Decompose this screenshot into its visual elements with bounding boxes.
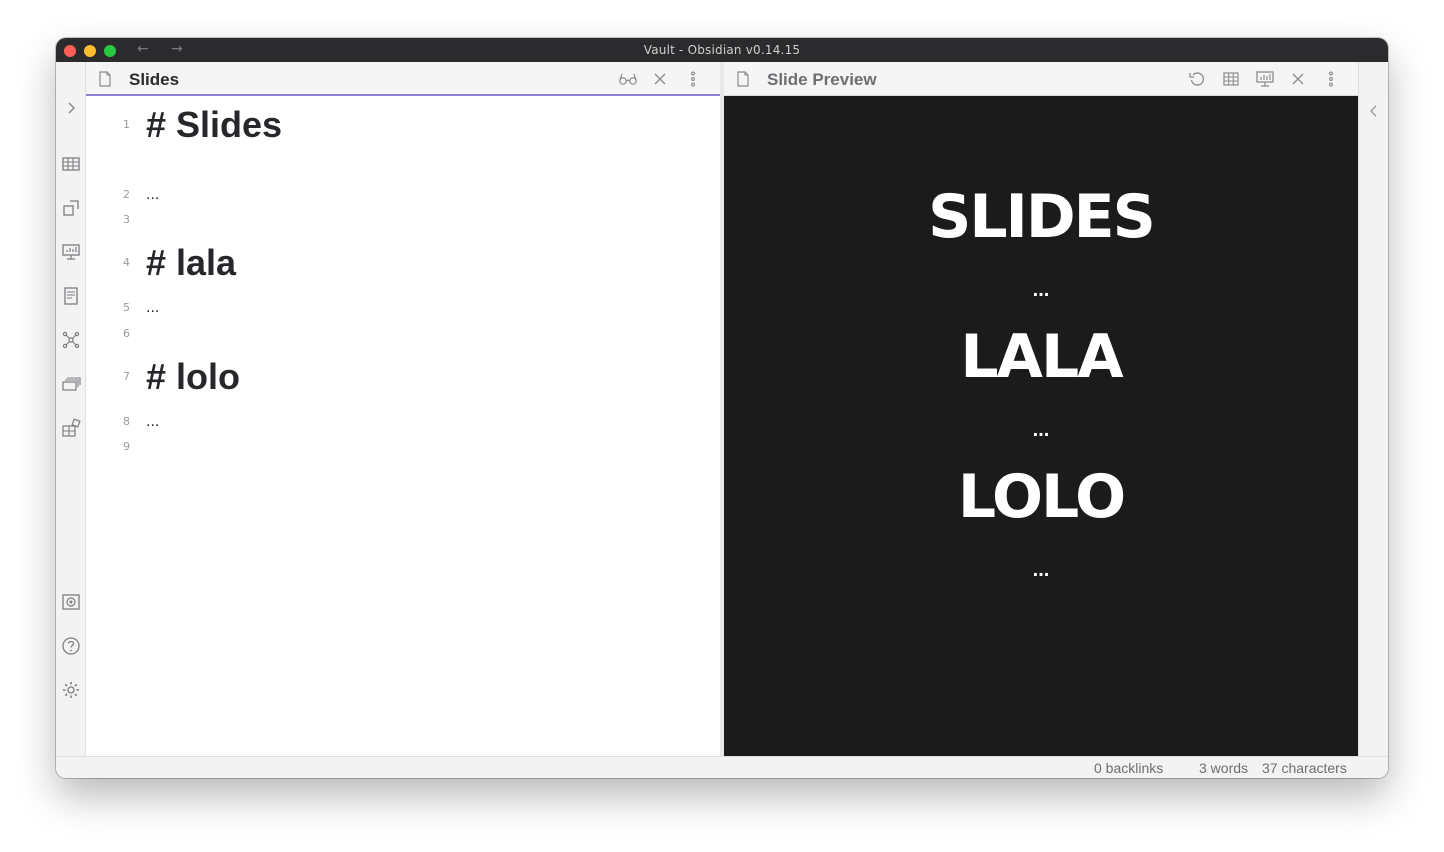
close-icon[interactable] xyxy=(1289,70,1307,88)
slide-paragraph: ... xyxy=(1032,559,1050,581)
editor-line[interactable]: 2 ... xyxy=(86,184,716,206)
help-icon[interactable] xyxy=(61,636,81,656)
title-bar: ← → Vault - Obsidian v0.14.15 xyxy=(56,38,1388,62)
presentation-icon[interactable] xyxy=(1255,70,1275,88)
left-ribbon xyxy=(56,62,86,756)
character-count: 37 characters xyxy=(1262,760,1347,776)
chevron-right-icon[interactable] xyxy=(63,100,79,116)
file-icon xyxy=(96,70,114,88)
cards-icon[interactable] xyxy=(61,374,81,394)
settings-icon[interactable] xyxy=(61,680,81,700)
file-icon xyxy=(734,70,752,88)
line-number: 9 xyxy=(123,440,130,453)
window-title: Vault - Obsidian v0.14.15 xyxy=(643,43,801,57)
editor-line[interactable]: 8 ... xyxy=(86,411,716,433)
word-count: 3 words xyxy=(1199,760,1249,776)
blocks-icon[interactable] xyxy=(61,418,81,438)
slide-heading: SLIDES xyxy=(928,182,1156,252)
line-text[interactable]: ... xyxy=(146,299,159,317)
more-options-icon[interactable] xyxy=(1322,70,1340,88)
reading-view-icon[interactable] xyxy=(618,70,638,88)
vault-icon[interactable] xyxy=(61,592,81,612)
slide-paragraph: ... xyxy=(1032,279,1050,301)
grid-icon[interactable] xyxy=(1222,70,1240,88)
right-sidebar-strip xyxy=(1358,62,1388,756)
editor-line[interactable]: 6 xyxy=(86,323,716,345)
line-number: 7 xyxy=(123,370,130,383)
chevron-left-icon[interactable] xyxy=(1367,104,1381,118)
backlinks-count[interactable]: 0 backlinks xyxy=(1094,760,1163,776)
editor-line[interactable]: 9 xyxy=(86,436,716,458)
markdown-editor[interactable]: 1 # Slides 2 ... 3 4 # lala 5 ... 6 7 # … xyxy=(86,98,736,754)
line-number: 4 xyxy=(123,256,130,269)
preview-pane: Slide Preview SLIDES ... LALA ... LOLO .… xyxy=(724,62,1358,756)
line-text[interactable]: # lala xyxy=(146,242,236,284)
app-window: ← → Vault - Obsidian v0.14.15 Slides 1 #… xyxy=(56,38,1388,778)
line-number: 8 xyxy=(123,415,130,428)
editor-tab-title[interactable]: Slides xyxy=(129,70,179,90)
line-number: 5 xyxy=(123,301,130,314)
slide-heading: LALA xyxy=(960,322,1123,392)
reload-icon[interactable] xyxy=(1188,70,1206,88)
slide-canvas[interactable]: SLIDES ... LALA ... LOLO ... xyxy=(724,98,1358,754)
document-icon[interactable] xyxy=(61,286,81,306)
table-icon[interactable] xyxy=(61,154,81,174)
graph-icon[interactable] xyxy=(61,330,81,350)
editor-line[interactable]: 1 # Slides xyxy=(86,98,716,152)
close-icon[interactable] xyxy=(651,70,669,88)
shapes-icon[interactable] xyxy=(61,198,81,218)
slide-heading: LOLO xyxy=(957,462,1126,532)
line-number: 3 xyxy=(123,213,130,226)
line-text[interactable]: # lolo xyxy=(146,356,240,398)
preview-pane-header: Slide Preview xyxy=(724,62,1358,96)
editor-pane: Slides 1 # Slides 2 ... 3 4 # lala 5 ...… xyxy=(86,62,748,756)
line-number: 2 xyxy=(123,188,130,201)
more-options-icon[interactable] xyxy=(684,70,702,88)
line-number: 1 xyxy=(123,118,130,131)
line-number: 6 xyxy=(123,327,130,340)
editor-line[interactable]: 5 ... xyxy=(86,297,716,319)
editor-line[interactable]: 3 xyxy=(86,209,716,231)
line-text[interactable]: ... xyxy=(146,413,159,431)
slide-paragraph: ... xyxy=(1032,419,1050,441)
editor-pane-header: Slides xyxy=(86,62,720,96)
status-bar: 0 backlinks 3 words 37 characters xyxy=(56,756,1388,778)
editor-line[interactable]: 4 # lala xyxy=(86,242,716,296)
preview-tab-title[interactable]: Slide Preview xyxy=(767,70,877,90)
line-text[interactable]: ... xyxy=(146,186,159,204)
presentation-icon[interactable] xyxy=(61,242,81,262)
line-text[interactable]: # Slides xyxy=(146,104,282,146)
editor-line[interactable]: 7 # lolo xyxy=(86,356,716,410)
